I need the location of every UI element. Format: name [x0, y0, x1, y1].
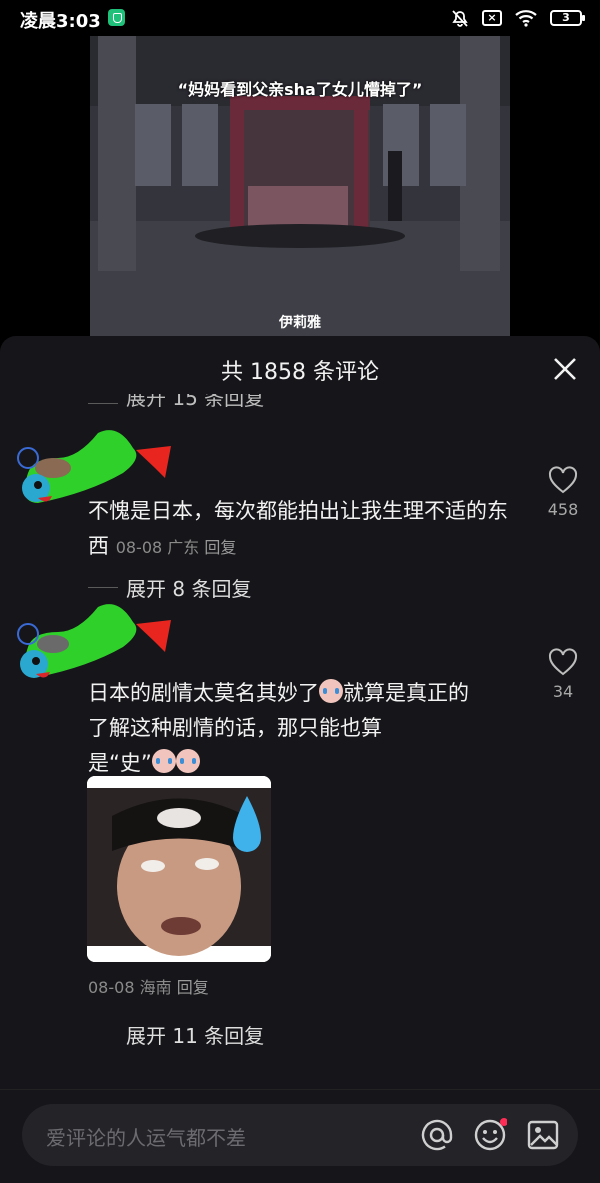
expand-replies[interactable]: 展开 11 条回复	[88, 1020, 264, 1049]
battery-icon: 3	[550, 10, 585, 26]
crying-emoji-icon	[151, 749, 176, 773]
divider-line	[88, 587, 118, 588]
comment-location: 海南	[139, 978, 172, 997]
video-subtitle: 伊莉雅	[279, 315, 321, 331]
expand-label: 展开 8 条回复	[126, 577, 252, 601]
comment-input[interactable]: 爱评论的人运气都不差	[22, 1104, 578, 1166]
status-time: 凌晨3:03	[20, 11, 101, 32]
divider-line	[88, 402, 118, 404]
comments-count-title: 共 1858 条评论	[221, 360, 379, 385]
comment-image[interactable]	[87, 776, 271, 962]
comment-1[interactable]: 不愧是日本，每次都能拍出让我生理不适的东西 08-08 广东 回复	[88, 494, 518, 565]
emoji-icon[interactable]	[473, 1118, 507, 1152]
comment-input-placeholder: 爱评论的人运气都不差	[46, 1126, 246, 1150]
wifi-icon	[515, 10, 537, 27]
comments-sheet: 共 1858 条评论 展开 15 条回复 不愧是日本，每次都能拍出让我生理不适的…	[0, 336, 600, 1183]
video-caption: “妈妈看到父亲sha了女儿懵掉了”	[177, 80, 423, 99]
close-icon[interactable]	[552, 356, 578, 382]
reply-button[interactable]: 回复	[177, 978, 209, 997]
image-icon[interactable]	[526, 1118, 560, 1152]
heart-icon	[548, 466, 578, 494]
expand-replies-partial[interactable]: 展开 15 条回复	[88, 394, 264, 412]
comment-2[interactable]: 日本的剧情太莫名其妙了 就算是真正的 了解这种剧情的话，那只能也算 是“史”	[88, 676, 518, 781]
crying-emoji-icon	[175, 749, 200, 773]
sim-off-icon: ×	[482, 10, 502, 26]
comment-date: 08-08	[88, 978, 135, 997]
comment-body-line3: 是“史”	[88, 751, 152, 775]
divider-line	[88, 1034, 118, 1035]
like-count: 458	[547, 500, 579, 519]
comment-meta: 08-08 广东 回复	[116, 538, 237, 557]
app-notification-icon	[108, 9, 125, 26]
expand-label: 展开 11 条回复	[126, 1024, 265, 1048]
comments-header: 共 1858 条评论	[0, 336, 600, 400]
comment-input-bar: 爱评论的人运气都不差	[0, 1089, 600, 1183]
comment-date: 08-08	[115, 538, 163, 557]
expand-label: 展开 15 条回复	[126, 394, 265, 410]
like-button[interactable]: 34	[533, 648, 593, 701]
comment-meta: 08-08 海南 回复	[88, 974, 209, 998]
mention-icon[interactable]	[420, 1118, 454, 1152]
reply-button[interactable]: 回复	[204, 538, 236, 557]
comment-body-line1b: 就算是真正的	[343, 681, 469, 705]
expand-replies[interactable]: 展开 8 条回复	[88, 573, 251, 602]
comment-location: 广东	[167, 538, 200, 557]
crying-emoji-icon	[319, 679, 343, 703]
like-button[interactable]: 458	[533, 466, 593, 519]
like-count: 34	[552, 682, 574, 701]
mute-bell-icon	[452, 10, 468, 27]
heart-icon	[548, 648, 578, 676]
video-player[interactable]: “妈妈看到父亲sha了女儿懵掉了” 伊莉雅	[90, 36, 510, 336]
comment-body-line1: 日本的剧情太莫名其妙了	[88, 681, 319, 705]
status-bar: 凌晨3:03 × 3	[0, 0, 600, 36]
meme-face-image	[87, 776, 271, 962]
comment-body-line2: 了解这种剧情的话，那只能也算	[88, 716, 382, 740]
